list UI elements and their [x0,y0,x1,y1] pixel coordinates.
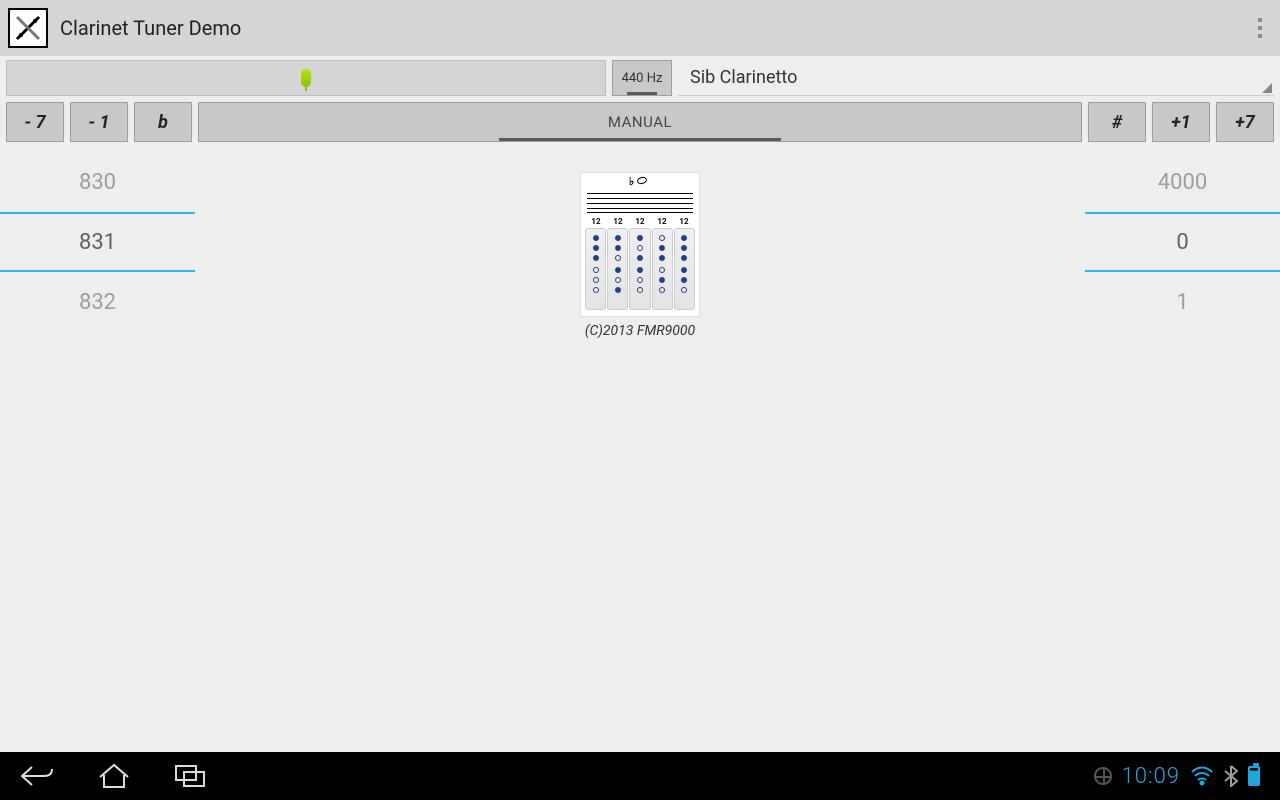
transpose-plus1-button[interactable]: +1 [1152,102,1210,142]
reference-hz-label: 440 Hz [622,71,663,86]
instrument-select[interactable]: Sib Clarinetto [678,60,1274,96]
mic-level-bar[interactable] [6,60,606,96]
bluetooth-icon [1224,765,1238,787]
microphone-icon [301,69,311,87]
app-icon [8,8,48,48]
title-bar: Clarinet Tuner Demo [0,0,1280,56]
status-clock: 10:09 [1122,764,1180,789]
home-icon[interactable] [98,763,130,789]
content-area: 830 831 832 4000 0 1 ♭ 12 12 12 12 [0,142,1280,752]
spinner-prev: 830 [0,152,195,212]
android-navbar: 10:09 [0,752,1280,800]
spinner-next: 832 [0,272,195,332]
recent-apps-icon[interactable] [174,764,206,788]
fingering-chart: ♭ 12 12 12 12 12 [580,172,700,339]
spinner-next: 1 [1085,272,1280,332]
spinner-prev: 4000 [1085,152,1280,212]
app-title: Clarinet Tuner Demo [60,16,1248,40]
spinner-selected: 0 [1085,212,1280,272]
flat-button[interactable]: b [134,102,192,142]
globe-icon [1094,767,1112,785]
transpose-minus7-button[interactable]: - 7 [6,102,64,142]
wifi-icon [1190,766,1214,786]
cents-spinner[interactable]: 4000 0 1 [1085,152,1280,332]
battery-icon [1248,766,1260,786]
manual-mode-button[interactable]: MANUAL [198,102,1082,142]
overflow-menu-icon[interactable] [1248,14,1272,42]
frequency-spinner[interactable]: 830 831 832 [0,152,195,332]
reference-hz-button[interactable]: 440 Hz [612,60,672,96]
transpose-plus7-button[interactable]: +7 [1216,102,1274,142]
dropdown-triangle-icon [1262,83,1272,93]
spinner-selected: 831 [0,212,195,272]
copyright-text: (C)2013 FMR9000 [580,323,700,339]
sharp-button[interactable]: # [1088,102,1146,142]
instrument-label: Sib Clarinetto [690,67,797,88]
transpose-minus1-button[interactable]: - 1 [70,102,128,142]
back-icon[interactable] [20,763,54,789]
